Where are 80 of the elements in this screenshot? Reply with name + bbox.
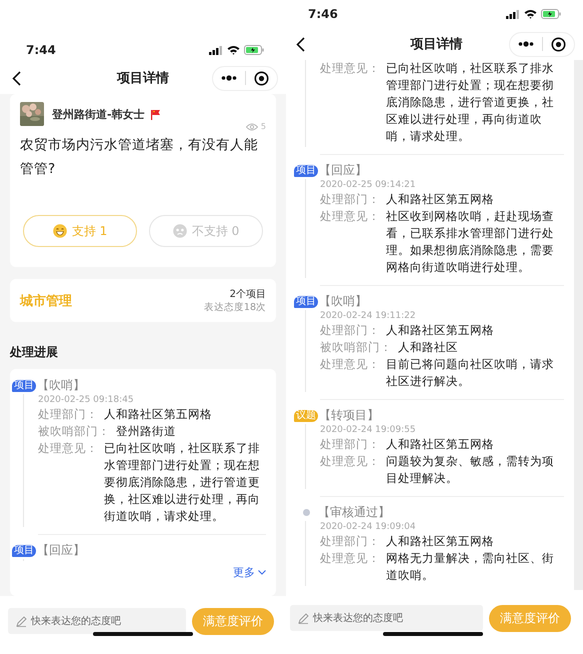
back-icon[interactable] [296,36,305,52]
pencil-icon [298,613,309,624]
entry-time: 2020-02-24 19:09:55 [320,424,417,436]
rating-button[interactable]: 满意度评价 [489,604,571,632]
more-icon[interactable] [518,41,534,47]
battery-icon [541,9,561,19]
entry-title: 【回应】 [37,542,85,559]
field-label: 处理部门： [38,406,98,423]
field-label: 处理意见： [320,60,380,77]
field-label: 处理意见： [320,550,380,567]
vote-button[interactable]: 不支持 0 [149,215,263,247]
status-time: 7:46 [308,7,338,21]
page-title: 项目详情 [410,36,462,53]
more-icon[interactable] [221,75,237,81]
wifi-icon [227,45,240,55]
author-name: 登州路街道-韩女士 [52,106,145,122]
back-icon[interactable] [12,70,21,86]
field-label: 处理部门： [320,533,380,550]
project-count: 2个项目 [230,288,266,301]
field-label: 处理意见： [320,356,380,373]
vote-button[interactable]: 支持 1 [23,215,137,247]
field-value: 人和路社区第五网格 [386,436,495,453]
close-target-icon[interactable] [254,70,269,86]
entry-time: 2020-02-24 19:11:22 [320,310,417,322]
field-value: 社区收到网格吹哨，赶赴现场查看，已联系排水管理部门进行处理。如果想彻底消除隐患，需要网格向街道吹哨进行处理。 [386,208,555,276]
field-label: 处理部门： [320,436,380,453]
more-link[interactable]: 更多 [233,565,266,580]
field-label: 被吹哨部门： [320,339,392,356]
section-title: 处理进展 [10,344,59,361]
wifi-icon [524,9,537,19]
entry-title: 【回应】 [319,162,367,179]
close-target-icon[interactable] [551,36,566,52]
field-value: 问题较为复杂、敏感，需转为项目处理解决。 [386,453,555,487]
entry-title: 【吹哨】 [37,377,85,394]
category-name: 城市管理 [20,292,72,310]
field-label: 被吹哨部门： [38,423,110,440]
signal-icon [209,46,223,54]
field-value: 登州路街道 [116,423,177,440]
field-value: 目前已将问题向社区吹哨，请求社区进行解决。 [386,356,555,390]
field-label: 处理意见： [320,208,380,225]
question-text: 农贸市场内污水管道堵塞，有没有人能管管? [20,136,259,179]
field-label: 处理部门： [320,322,380,339]
entry-title: 【吹哨】 [319,293,367,310]
pencil-icon [16,616,27,627]
entry-time: 2020-02-24 19:09:04 [320,521,417,533]
entry-title: 【转项目】 [319,407,379,424]
field-value: 人和路社区 [398,339,459,356]
field-value: 人和路社区第五网格 [386,191,495,208]
field-value: 已向社区吹哨，社区联系了排水管理部门进行处置；现在想要彻底消除隐患，进行管道更换，社区难以进行处理，再向街道吹哨，请求处理。 [386,60,555,145]
entry-time: 2020-02-25 09:18:45 [38,394,135,406]
eye-icon [246,122,258,130]
view-count: 5 [260,122,266,131]
status-badge: 项目 [294,296,318,308]
battery-icon [244,45,264,55]
field-value: 已向社区吹哨，社区联系了排水管理部门进行处置；现在想要彻底消除隐患，进行管道更换，社区难以进行处理，再向街道吹哨，请求处理。 [104,440,261,525]
field-value: 人和路社区第五网格 [386,322,495,339]
field-label: 处理部门： [320,191,380,208]
sad-face-icon [172,224,187,238]
status-time: 7:44 [26,43,56,57]
field-value: 网格无力量解决，需向社区、街道吹哨。 [386,550,555,584]
comment-field[interactable]: 快来表达您的态度吧 [290,605,483,631]
field-label: 处理意见： [320,453,380,470]
entry-time: 2020-02-25 09:14:21 [320,179,417,191]
attitude-count: 表达态度18次 [204,301,266,314]
rating-button[interactable]: 满意度评价 [192,608,274,634]
flag-icon [150,108,161,120]
status-badge: 议题 [294,410,318,422]
smile-icon [52,224,67,238]
chevron-down-icon [258,570,266,575]
entry-title: 【审核通过】 [318,504,390,521]
category-card[interactable]: 城市管理 2个项目 表达态度18次 [10,279,276,322]
comment-field[interactable]: 快来表达您的态度吧 [8,608,186,634]
page-title: 项目详情 [117,70,169,87]
status-badge: 项目 [12,380,36,392]
status-badge: 项目 [12,544,36,556]
status-badge: 项目 [294,164,318,176]
field-value: 人和路社区第五网格 [386,533,495,550]
field-value: 人和路社区第五网格 [104,406,213,423]
field-label: 处理意见： [38,440,98,457]
signal-icon [506,10,520,18]
